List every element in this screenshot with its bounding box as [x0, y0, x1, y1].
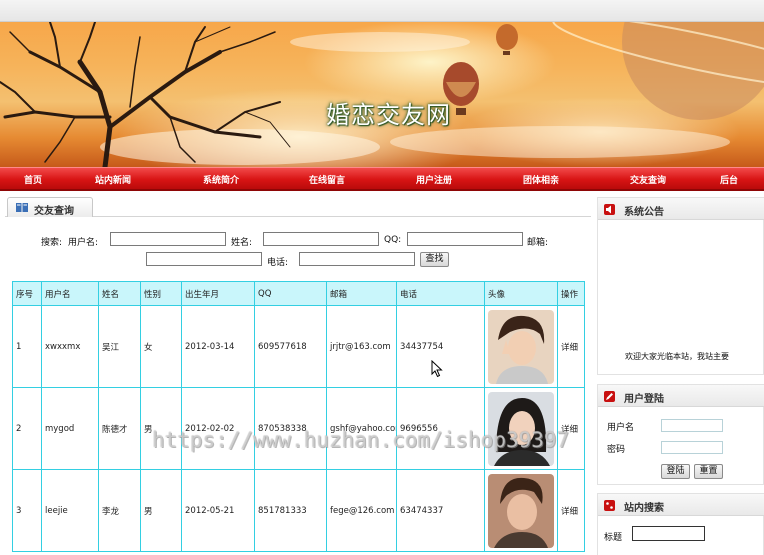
nav-news[interactable]: 站内新闻 — [95, 173, 131, 186]
table-header-row: 序号 用户名 姓名 性别 出生年月 QQ 邮箱 电话 头像 操作 — [12, 281, 585, 306]
login-button[interactable]: 登陆 — [661, 464, 690, 479]
table-row: 3 leejie 李龙 男 2012-05-21 851781333 fege@… — [12, 469, 585, 552]
site-search-box: 站内搜索 标题 — [597, 493, 764, 555]
cell-phone: 63474337 — [396, 469, 485, 552]
table-row: 1 xwxxmx 吴江 女 2012-03-14 609577618 jrjtr… — [12, 305, 585, 388]
username-label: 用户名: — [68, 238, 99, 248]
right-sidebar: 系统公告 欢迎大家光临本站，我站主要 用户登陆 用户名 密码 登陆 重置 站内搜… — [597, 197, 764, 555]
cell-name: 李龙 — [98, 469, 141, 552]
phone-label: 电话: — [267, 258, 289, 268]
nav-about[interactable]: 系统简介 — [203, 173, 239, 186]
cell-qq: 851781333 — [254, 469, 327, 552]
nav-register[interactable]: 用户注册 — [416, 173, 452, 186]
mouse-cursor-icon — [431, 360, 443, 378]
cell-no: 1 — [12, 305, 42, 388]
cell-gender: 男 — [140, 469, 182, 552]
nav-group-dating[interactable]: 团体相亲 — [523, 173, 559, 186]
qq-input[interactable] — [407, 232, 523, 246]
notice-title: 系统公告 — [624, 207, 664, 218]
login-password-input[interactable] — [661, 441, 723, 454]
cell-username: mygod — [41, 387, 99, 470]
site-search-header: 站内搜索 — [598, 494, 764, 516]
cell-no: 3 — [12, 469, 42, 552]
book-icon — [16, 203, 28, 212]
detail-link[interactable]: 详细 — [557, 305, 585, 388]
cell-name: 吴江 — [98, 305, 141, 388]
login-box: 用户登陆 用户名 密码 登陆 重置 — [597, 384, 764, 485]
col-header: 操作 — [557, 281, 585, 306]
col-header: 性别 — [140, 281, 182, 306]
reset-button[interactable]: 重置 — [694, 464, 723, 479]
site-search-title-label: 标题 — [604, 533, 623, 543]
qq-label: QQ: — [384, 235, 402, 245]
search-form: 搜索: 用户名: 姓名: QQ: 邮箱: 电话: 查找 — [5, 219, 591, 275]
cell-name: 陈德才 — [98, 387, 141, 470]
notice-box: 系统公告 欢迎大家光临本站，我站主要 — [597, 197, 764, 375]
site-title: 婚恋交友网 — [326, 101, 451, 129]
main-nav: 首页 站内新闻 系统简介 在线留言 用户注册 团体相亲 交友查询 后台 — [0, 167, 764, 191]
cell-email: fege@126.com — [326, 469, 397, 552]
login-header: 用户登陆 — [598, 385, 764, 407]
col-header: 序号 — [12, 281, 42, 306]
name-input[interactable] — [263, 232, 379, 246]
email-label: 邮箱: — [527, 238, 549, 248]
site-search-title: 站内搜索 — [624, 503, 664, 514]
notice-header: 系统公告 — [598, 198, 764, 220]
col-header: 出生年月 — [181, 281, 255, 306]
site-search-input[interactable] — [632, 526, 705, 541]
nav-guestbook[interactable]: 在线留言 — [309, 173, 345, 186]
cell-no: 2 — [12, 387, 42, 470]
cell-birth: 2012-05-21 — [181, 469, 255, 552]
search-button[interactable]: 查找 — [420, 252, 449, 267]
phone-input[interactable] — [299, 252, 415, 266]
main-panel: 交友查询 搜索: 用户名: 姓名: QQ: 邮箱: 电话: 查找 序号 用户名 … — [5, 195, 591, 555]
nav-friend-search[interactable]: 交友查询 — [630, 173, 666, 186]
username-input[interactable] — [110, 232, 226, 246]
results-table: 序号 用户名 姓名 性别 出生年月 QQ 邮箱 电话 头像 操作 1 xwxxm… — [12, 281, 585, 552]
search-label: 搜索: — [41, 238, 63, 248]
cell-email: jrjtr@163.com — [326, 305, 397, 388]
detail-link[interactable]: 详细 — [557, 469, 585, 552]
login-username-input[interactable] — [661, 419, 723, 432]
panel-header: 交友查询 — [5, 195, 591, 217]
nav-admin[interactable]: 后台 — [720, 173, 738, 186]
col-header: 电话 — [396, 281, 485, 306]
watermark-text: https://www.huzhan.com/ishop39397 — [152, 428, 570, 452]
login-username-label: 用户名 — [607, 423, 635, 433]
pencil-icon — [604, 391, 615, 402]
col-header: 邮箱 — [326, 281, 397, 306]
cell-avatar — [484, 305, 558, 388]
site-banner: 婚恋交友网 — [0, 22, 764, 167]
avatar-photo — [488, 473, 554, 548]
cell-qq: 609577618 — [254, 305, 327, 388]
email-input[interactable] — [146, 252, 262, 266]
cell-avatar — [484, 469, 558, 552]
col-header: 头像 — [484, 281, 558, 306]
cell-gender: 女 — [140, 305, 182, 388]
nav-home[interactable]: 首页 — [24, 173, 42, 186]
panel-title: 交友查询 — [34, 206, 74, 217]
panel-tab: 交友查询 — [7, 197, 93, 217]
cell-birth: 2012-03-14 — [181, 305, 255, 388]
col-header: 用户名 — [41, 281, 99, 306]
dice-icon — [604, 500, 615, 511]
speaker-icon — [604, 204, 615, 215]
login-title: 用户登陆 — [624, 394, 664, 405]
name-label: 姓名: — [231, 238, 253, 248]
browser-top-strip — [0, 0, 764, 22]
notice-text: 欢迎大家光临本站，我站主要 — [625, 352, 729, 361]
avatar-photo — [488, 309, 554, 384]
col-header: 姓名 — [98, 281, 141, 306]
cell-username: leejie — [41, 469, 99, 552]
col-header: QQ — [254, 281, 327, 306]
login-password-label: 密码 — [607, 445, 626, 455]
cell-username: xwxxmx — [41, 305, 99, 388]
